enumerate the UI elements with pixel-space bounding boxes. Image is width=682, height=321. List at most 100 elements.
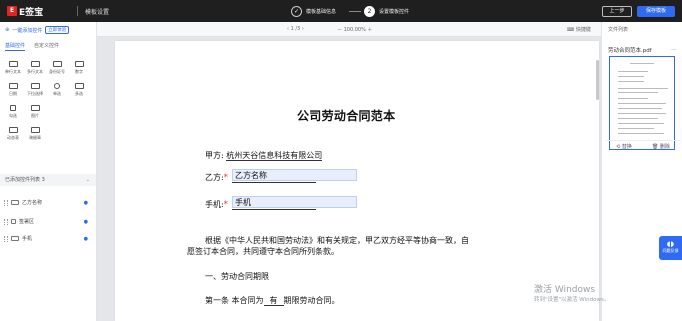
added-field-item[interactable]: 乙方名称 ● bbox=[4, 197, 92, 208]
added-field-label: 签署区 bbox=[19, 219, 35, 225]
underline bbox=[232, 182, 316, 183]
control-check[interactable]: 勾选 bbox=[4, 105, 22, 121]
magic-icon: ⊕ bbox=[5, 27, 10, 33]
control-seam-seal[interactable]: 骑缝章 bbox=[26, 127, 44, 143]
shortcut-label: 快捷键 bbox=[575, 27, 591, 33]
radio-icon bbox=[54, 83, 60, 89]
shortcut-button[interactable]: ⌨ 快捷键 bbox=[567, 26, 591, 33]
check-circle-icon: ✓ bbox=[291, 5, 302, 17]
required-mark: * bbox=[223, 200, 228, 209]
single-line-icon bbox=[8, 61, 18, 67]
document-page bbox=[115, 41, 599, 321]
dynamic-table-icon bbox=[8, 127, 18, 133]
clause-one: 第一条 本合同为有期限劳动合同。 bbox=[205, 295, 340, 306]
control-empty bbox=[48, 105, 66, 121]
text-field-icon bbox=[11, 200, 19, 205]
thumb-line bbox=[618, 81, 644, 82]
right-panel: 文件列表 劳动合同范本.pdf ... ⟲ 替换 🗑 删除 bbox=[601, 22, 682, 321]
page-title: 模板设置 bbox=[85, 9, 110, 16]
control-grid: 单行文本 多行文本 身份证号 数字 日期 下拉选择 单选 多选 勾选 图片 动态… bbox=[4, 61, 94, 143]
thumb-line bbox=[618, 108, 662, 109]
headset-icon: ◖◗ bbox=[666, 240, 675, 248]
control-date[interactable]: 日期 bbox=[4, 83, 22, 99]
control-dropdown[interactable]: 下拉选择 bbox=[26, 83, 44, 99]
feedback-button[interactable]: ◖◗ 问题反馈 bbox=[659, 236, 682, 260]
added-field-item[interactable]: 签署区 ● bbox=[4, 216, 92, 227]
page-thumbnail[interactable] bbox=[609, 56, 675, 150]
date-icon bbox=[8, 83, 18, 89]
save-template-button[interactable]: 保存模板 bbox=[637, 6, 675, 17]
feedback-label: 问题反馈 bbox=[662, 248, 679, 253]
control-tabs: 基础控件 自定义控件 bbox=[5, 42, 59, 51]
locate-icon[interactable]: ● bbox=[84, 236, 88, 242]
step-basic-info[interactable]: ✓ 模板基础信息 bbox=[291, 5, 336, 17]
watermark-line1: 激活 Windows bbox=[534, 285, 596, 295]
phone-label: 手机: bbox=[205, 200, 224, 209]
image-icon bbox=[30, 105, 40, 111]
required-mark: * bbox=[223, 173, 228, 182]
party-a-value: 杭州天谷信息科技有限公司 bbox=[226, 151, 323, 161]
step-set-controls[interactable]: 2 设置模板控件 bbox=[364, 5, 409, 17]
delete-button[interactable]: 🗑 删除 bbox=[652, 141, 670, 152]
control-multi-line[interactable]: 多行文本 bbox=[26, 61, 44, 77]
drag-handle-icon[interactable] bbox=[4, 235, 8, 242]
party-b-field[interactable]: 乙方名称 bbox=[232, 169, 357, 181]
replace-button[interactable]: ⟲ 替换 bbox=[616, 141, 632, 152]
control-dynamic-table[interactable]: 动态表 bbox=[4, 127, 22, 143]
phone-field-value: 手机 bbox=[235, 198, 251, 207]
file-name[interactable]: 劳动合同范本.pdf bbox=[608, 46, 652, 54]
tab-basic-controls[interactable]: 基础控件 bbox=[5, 42, 26, 51]
dropdown-icon bbox=[30, 83, 40, 89]
viewer-scrollbar[interactable] bbox=[596, 60, 599, 100]
text-field-icon bbox=[11, 236, 19, 241]
check-icon bbox=[10, 105, 16, 111]
clause-one-fill: 有 bbox=[263, 296, 284, 306]
thumbnail-actions: ⟲ 替换 🗑 删除 bbox=[606, 140, 680, 152]
step-label: 设置模板控件 bbox=[379, 8, 410, 15]
control-radio[interactable]: 单选 bbox=[48, 83, 66, 99]
left-panel: ⊕ 一键添加控件 立即体验 基础控件 自定义控件 单行文本 多行文本 身份证号 … bbox=[0, 22, 97, 321]
step-label: 模板基础信息 bbox=[306, 8, 337, 15]
added-field-item[interactable]: 手机 ● bbox=[4, 233, 92, 244]
control-multi-select[interactable]: 多选 bbox=[70, 83, 88, 99]
control-single-line[interactable]: 单行文本 bbox=[4, 61, 22, 77]
added-controls-header[interactable]: 已添加控件列表 3 ⌄ bbox=[0, 174, 96, 186]
drag-handle-icon[interactable] bbox=[4, 218, 8, 225]
phone-label-row: 手机:* bbox=[205, 199, 228, 210]
party-b-label-row: 乙方:* bbox=[205, 172, 228, 183]
locate-icon[interactable]: ● bbox=[84, 219, 88, 225]
thumb-line bbox=[618, 88, 668, 89]
logo-icon: E bbox=[7, 6, 17, 16]
more-icon[interactable]: ... bbox=[671, 45, 677, 52]
file-list-title: 文件列表 bbox=[608, 27, 629, 33]
watermark-line2: 转到"设置"以激活 Windows。 bbox=[534, 297, 610, 303]
control-id-card[interactable]: 身份证号 bbox=[48, 61, 66, 77]
drag-handle-icon[interactable] bbox=[4, 199, 8, 206]
phone-field[interactable]: 手机 bbox=[232, 196, 357, 208]
page-indicator[interactable]: ‹ 1 /3 › bbox=[287, 26, 304, 32]
thumb-line bbox=[618, 103, 666, 104]
try-now-tag[interactable]: 立即体验 bbox=[45, 26, 70, 34]
prev-step-button[interactable]: 上一步 bbox=[602, 6, 632, 17]
added-field-label: 乙方名称 bbox=[22, 200, 43, 206]
control-empty bbox=[70, 105, 88, 121]
zoom-control[interactable]: － 100.00% ＋ bbox=[337, 26, 372, 33]
added-controls-title: 已添加控件列表 3 bbox=[5, 177, 45, 183]
party-a-line: 甲方: 杭州天谷信息科技有限公司 bbox=[205, 150, 323, 161]
thumb-line bbox=[618, 71, 648, 72]
thumb-line bbox=[618, 113, 666, 114]
control-image[interactable]: 图片 bbox=[26, 105, 44, 121]
auto-add-link[interactable]: 一键添加控件 bbox=[12, 27, 42, 34]
control-number[interactable]: 数字 bbox=[70, 61, 88, 77]
checkbox-icon bbox=[74, 83, 84, 89]
thumb-line bbox=[630, 63, 654, 64]
locate-icon[interactable]: ● bbox=[84, 200, 88, 206]
tab-custom-controls[interactable]: 自定义控件 bbox=[34, 42, 59, 51]
number-icon bbox=[74, 61, 84, 67]
auto-add-row[interactable]: ⊕ 一键添加控件 立即体验 bbox=[5, 26, 70, 34]
seam-seal-icon bbox=[30, 127, 40, 133]
signature-field-icon bbox=[11, 219, 16, 224]
section-heading: 一、劳动合同期限 bbox=[205, 272, 269, 281]
delete-label: 删除 bbox=[659, 144, 670, 150]
clause-one-prefix: 第一条 本合同为 bbox=[205, 296, 264, 305]
